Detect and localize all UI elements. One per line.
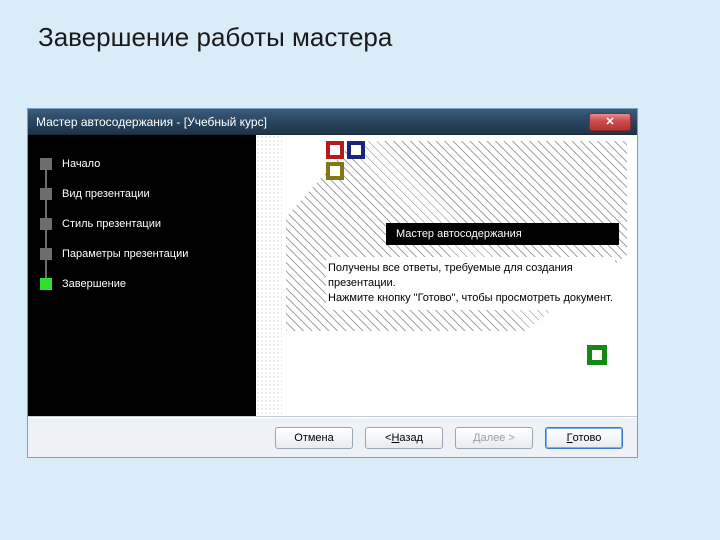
preview-pane: Мастер автосодержания Получены все ответ… [256, 135, 637, 416]
step-params[interactable]: Параметры презентации [40, 239, 244, 269]
step-type[interactable]: Вид презентации [40, 179, 244, 209]
preview-line: Нажмите кнопку "Готово", чтобы просмотре… [328, 291, 613, 306]
next-button: Далее > [455, 427, 533, 449]
finish-rest: отово [573, 432, 602, 444]
step-box-icon [40, 218, 52, 230]
close-button[interactable]: ✕ [589, 113, 631, 131]
square-red-icon [326, 141, 344, 159]
back-rest: азад [399, 432, 423, 444]
slide-title: Завершение работы мастера [0, 0, 720, 53]
step-box-icon [40, 188, 52, 200]
step-box-icon [40, 248, 52, 260]
preview-title: Мастер автосодержания [386, 223, 619, 245]
back-button[interactable]: < Назад [365, 427, 443, 449]
close-icon: ✕ [605, 115, 614, 128]
titlebar: Мастер автосодержания - [Учебный курс] ✕ [28, 109, 637, 135]
step-style[interactable]: Стиль презентации [40, 209, 244, 239]
step-label: Начало [62, 158, 100, 170]
steps-pane: Начало Вид презентации Стиль презентации… [28, 135, 256, 416]
step-box-active-icon [40, 278, 52, 290]
window-title: Мастер автосодержания - [Учебный курс] [34, 115, 589, 129]
step-label: Завершение [62, 278, 126, 290]
color-squares [326, 141, 365, 180]
finish-button[interactable]: Готово [545, 427, 623, 449]
preview-line: Получены все ответы, требуемые для созда… [328, 261, 613, 291]
square-green-icon [587, 345, 607, 365]
step-start[interactable]: Начало [40, 149, 244, 179]
preview-wrap: Мастер автосодержания Получены все ответ… [256, 135, 637, 416]
step-label: Стиль презентации [62, 218, 161, 230]
back-ul: Н [391, 432, 399, 444]
step-box-icon [40, 158, 52, 170]
step-label: Вид презентации [62, 188, 150, 200]
button-bar: Отмена < Назад Далее > Готово [28, 417, 637, 457]
dot-pattern [256, 135, 282, 416]
step-label: Параметры презентации [62, 248, 188, 260]
cancel-button[interactable]: Отмена [275, 427, 353, 449]
next-rest: алее > [481, 432, 515, 444]
wizard-window: Мастер автосодержания - [Учебный курс] ✕… [27, 108, 638, 458]
wizard-body: Начало Вид презентации Стиль презентации… [28, 135, 637, 417]
preview-text: Получены все ответы, требуемые для созда… [326, 257, 615, 310]
step-finish[interactable]: Завершение [40, 269, 244, 299]
next-ul: Д [473, 432, 480, 444]
square-olive-icon [326, 162, 344, 180]
square-blue-icon [347, 141, 365, 159]
